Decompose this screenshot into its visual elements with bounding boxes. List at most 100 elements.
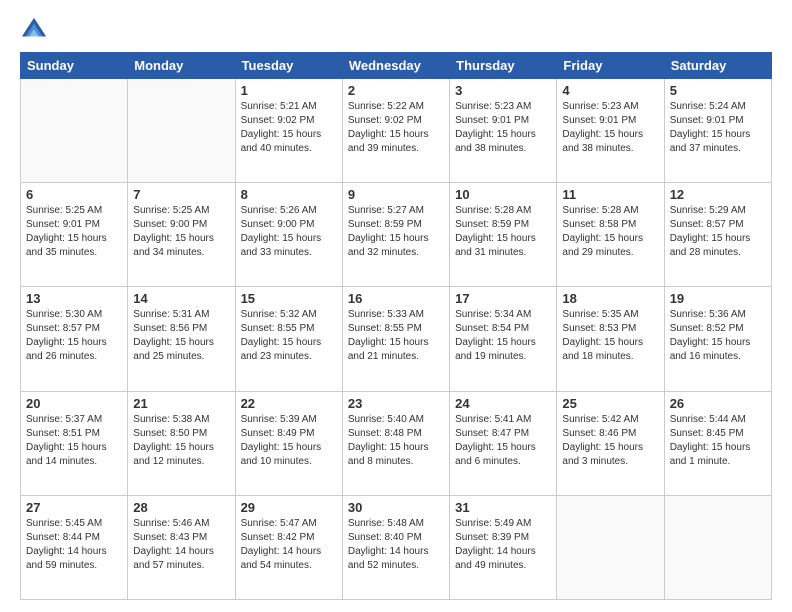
day-number: 11 xyxy=(562,187,658,202)
calendar-cell: 21 Sunrise: 5:38 AMSunset: 8:50 PMDayligh… xyxy=(128,391,235,495)
calendar-cell: 12Sunrise: 5:29 AMSunset: 8:57 PMDayligh… xyxy=(664,183,771,287)
weekday-header-friday: Friday xyxy=(557,53,664,79)
cell-info: Sunrise: 5:36 AMSunset: 8:52 PMDaylight:… xyxy=(670,308,766,364)
cell-info: Sunrise: 5:25 AMSunset: 9:01 PMDaylight:… xyxy=(26,204,122,260)
cell-info: Sunrise: 5:23 AMSunset: 9:01 PMDaylight:… xyxy=(562,100,658,156)
cell-info: Sunrise: 5:48 AMSunset: 8:40 PMDaylight:… xyxy=(348,517,444,573)
day-number: 12 xyxy=(670,187,766,202)
day-number: 4 xyxy=(562,83,658,98)
cell-info: Sunrise: 5:45 AMSunset: 8:44 PMDaylight:… xyxy=(26,517,122,573)
cell-info: Sunrise: 5:49 AMSunset: 8:39 PMDaylight:… xyxy=(455,517,551,573)
day-number: 22 xyxy=(241,396,337,411)
day-number: 29 xyxy=(241,500,337,515)
logo-icon xyxy=(20,16,48,44)
cell-info: Sunrise: 5:26 AMSunset: 9:00 PMDaylight:… xyxy=(241,204,337,260)
calendar-cell: 13 Sunrise: 5:30 AMSunset: 8:57 PMDayligh… xyxy=(21,287,128,391)
day-number: 13 xyxy=(26,291,122,306)
calendar-cell: 28 Sunrise: 5:46 AMSunset: 8:43 PMDayligh… xyxy=(128,495,235,599)
weekday-header-thursday: Thursday xyxy=(450,53,557,79)
day-number: 24 xyxy=(455,396,551,411)
calendar-cell: 4 Sunrise: 5:23 AMSunset: 9:01 PMDaylight… xyxy=(557,79,664,183)
cell-info: Sunrise: 5:25 AMSunset: 9:00 PMDaylight:… xyxy=(133,204,229,260)
cell-info: Sunrise: 5:47 AMSunset: 8:42 PMDaylight:… xyxy=(241,517,337,573)
day-number: 21 xyxy=(133,396,229,411)
calendar-cell: 11 Sunrise: 5:28 AMSunset: 8:58 PMDayligh… xyxy=(557,183,664,287)
calendar-cell: 6 Sunrise: 5:25 AMSunset: 9:01 PMDaylight… xyxy=(21,183,128,287)
day-number: 6 xyxy=(26,187,122,202)
cell-info: Sunrise: 5:32 AMSunset: 8:55 PMDaylight:… xyxy=(241,308,337,364)
calendar-week-1: 6 Sunrise: 5:25 AMSunset: 9:01 PMDaylight… xyxy=(21,183,772,287)
day-number: 15 xyxy=(241,291,337,306)
day-number: 10 xyxy=(455,187,551,202)
calendar-cell: 20 Sunrise: 5:37 AMSunset: 8:51 PMDayligh… xyxy=(21,391,128,495)
calendar-cell: 27Sunrise: 5:45 AMSunset: 8:44 PMDayligh… xyxy=(21,495,128,599)
calendar-cell: 3 Sunrise: 5:23 AMSunset: 9:01 PMDaylight… xyxy=(450,79,557,183)
calendar-cell: 18Sunrise: 5:35 AMSunset: 8:53 PMDayligh… xyxy=(557,287,664,391)
day-number: 14 xyxy=(133,291,229,306)
cell-info: Sunrise: 5:44 AMSunset: 8:45 PMDaylight:… xyxy=(670,413,766,469)
day-number: 28 xyxy=(133,500,229,515)
calendar-week-0: 1 Sunrise: 5:21 AMSunset: 9:02 PMDaylight… xyxy=(21,79,772,183)
calendar-week-3: 20 Sunrise: 5:37 AMSunset: 8:51 PMDayligh… xyxy=(21,391,772,495)
day-number: 26 xyxy=(670,396,766,411)
day-number: 3 xyxy=(455,83,551,98)
calendar-cell xyxy=(557,495,664,599)
weekday-header-saturday: Saturday xyxy=(664,53,771,79)
calendar-cell: 8 Sunrise: 5:26 AMSunset: 9:00 PMDaylight… xyxy=(235,183,342,287)
calendar-cell: 22 Sunrise: 5:39 AMSunset: 8:49 PMDayligh… xyxy=(235,391,342,495)
day-number: 16 xyxy=(348,291,444,306)
cell-info: Sunrise: 5:40 AMSunset: 8:48 PMDaylight:… xyxy=(348,413,444,469)
weekday-header-wednesday: Wednesday xyxy=(342,53,449,79)
cell-info: Sunrise: 5:33 AMSunset: 8:55 PMDaylight:… xyxy=(348,308,444,364)
cell-info: Sunrise: 5:27 AMSunset: 8:59 PMDaylight:… xyxy=(348,204,444,260)
cell-info: Sunrise: 5:22 AMSunset: 9:02 PMDaylight:… xyxy=(348,100,444,156)
weekday-header-monday: Monday xyxy=(128,53,235,79)
calendar-cell: 9 Sunrise: 5:27 AMSunset: 8:59 PMDaylight… xyxy=(342,183,449,287)
calendar-cell: 31Sunrise: 5:49 AMSunset: 8:39 PMDayligh… xyxy=(450,495,557,599)
calendar-cell: 24 Sunrise: 5:41 AMSunset: 8:47 PMDayligh… xyxy=(450,391,557,495)
day-number: 9 xyxy=(348,187,444,202)
calendar-cell: 15 Sunrise: 5:32 AMSunset: 8:55 PMDayligh… xyxy=(235,287,342,391)
cell-info: Sunrise: 5:31 AMSunset: 8:56 PMDaylight:… xyxy=(133,308,229,364)
calendar-header-row: SundayMondayTuesdayWednesdayThursdayFrid… xyxy=(21,53,772,79)
calendar-cell: 17Sunrise: 5:34 AMSunset: 8:54 PMDayligh… xyxy=(450,287,557,391)
cell-info: Sunrise: 5:37 AMSunset: 8:51 PMDaylight:… xyxy=(26,413,122,469)
calendar-cell xyxy=(128,79,235,183)
page: SundayMondayTuesdayWednesdayThursdayFrid… xyxy=(0,0,792,612)
calendar-cell: 1 Sunrise: 5:21 AMSunset: 9:02 PMDaylight… xyxy=(235,79,342,183)
cell-info: Sunrise: 5:28 AMSunset: 8:58 PMDaylight:… xyxy=(562,204,658,260)
day-number: 20 xyxy=(26,396,122,411)
calendar-cell: 16 Sunrise: 5:33 AMSunset: 8:55 PMDayligh… xyxy=(342,287,449,391)
calendar-cell xyxy=(21,79,128,183)
calendar-cell: 23Sunrise: 5:40 AMSunset: 8:48 PMDayligh… xyxy=(342,391,449,495)
cell-info: Sunrise: 5:28 AMSunset: 8:59 PMDaylight:… xyxy=(455,204,551,260)
day-number: 19 xyxy=(670,291,766,306)
cell-info: Sunrise: 5:42 AMSunset: 8:46 PMDaylight:… xyxy=(562,413,658,469)
cell-info: Sunrise: 5:34 AMSunset: 8:54 PMDaylight:… xyxy=(455,308,551,364)
weekday-header-tuesday: Tuesday xyxy=(235,53,342,79)
calendar-cell: 5 Sunrise: 5:24 AMSunset: 9:01 PMDaylight… xyxy=(664,79,771,183)
calendar-cell: 14 Sunrise: 5:31 AMSunset: 8:56 PMDayligh… xyxy=(128,287,235,391)
calendar-week-4: 27Sunrise: 5:45 AMSunset: 8:44 PMDayligh… xyxy=(21,495,772,599)
cell-info: Sunrise: 5:41 AMSunset: 8:47 PMDaylight:… xyxy=(455,413,551,469)
day-number: 30 xyxy=(348,500,444,515)
cell-info: Sunrise: 5:24 AMSunset: 9:01 PMDaylight:… xyxy=(670,100,766,156)
day-number: 7 xyxy=(133,187,229,202)
cell-info: Sunrise: 5:39 AMSunset: 8:49 PMDaylight:… xyxy=(241,413,337,469)
cell-info: Sunrise: 5:30 AMSunset: 8:57 PMDaylight:… xyxy=(26,308,122,364)
calendar-cell: 19 Sunrise: 5:36 AMSunset: 8:52 PMDayligh… xyxy=(664,287,771,391)
calendar-cell: 2 Sunrise: 5:22 AMSunset: 9:02 PMDaylight… xyxy=(342,79,449,183)
weekday-header-sunday: Sunday xyxy=(21,53,128,79)
day-number: 1 xyxy=(241,83,337,98)
cell-info: Sunrise: 5:38 AMSunset: 8:50 PMDaylight:… xyxy=(133,413,229,469)
cell-info: Sunrise: 5:23 AMSunset: 9:01 PMDaylight:… xyxy=(455,100,551,156)
logo xyxy=(20,16,52,44)
cell-info: Sunrise: 5:46 AMSunset: 8:43 PMDaylight:… xyxy=(133,517,229,573)
day-number: 2 xyxy=(348,83,444,98)
cell-info: Sunrise: 5:21 AMSunset: 9:02 PMDaylight:… xyxy=(241,100,337,156)
calendar-cell: 29 Sunrise: 5:47 AMSunset: 8:42 PMDayligh… xyxy=(235,495,342,599)
day-number: 8 xyxy=(241,187,337,202)
day-number: 5 xyxy=(670,83,766,98)
calendar-cell xyxy=(664,495,771,599)
calendar-cell: 10 Sunrise: 5:28 AMSunset: 8:59 PMDayligh… xyxy=(450,183,557,287)
